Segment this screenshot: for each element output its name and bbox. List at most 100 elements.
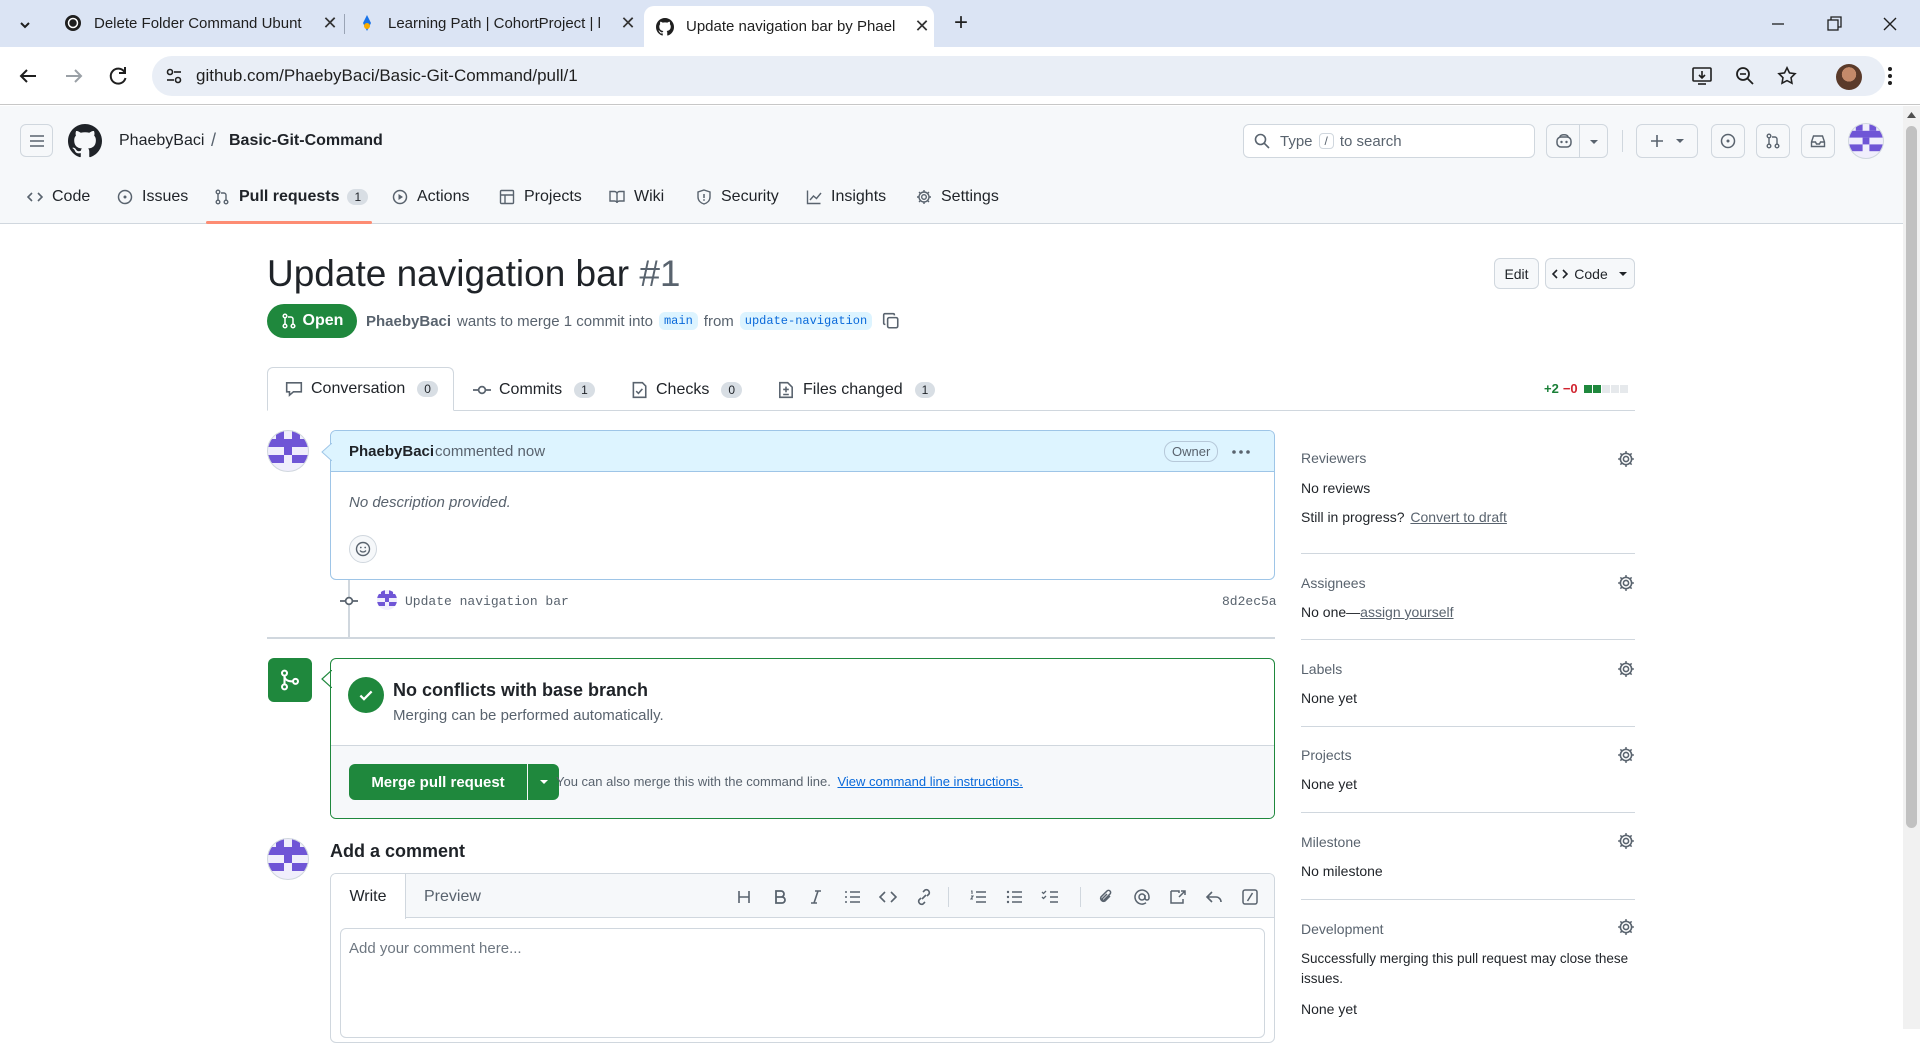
copy-icon[interactable] — [882, 312, 900, 330]
tab-actions[interactable]: Actions — [392, 176, 469, 218]
slash-command-icon[interactable] — [1240, 887, 1260, 907]
tab-code[interactable]: Code — [27, 176, 90, 218]
tab-issues[interactable]: Issues — [117, 176, 188, 218]
global-nav-menu-button[interactable] — [20, 124, 53, 157]
code-dropdown-button[interactable]: Code — [1545, 258, 1635, 289]
heading-icon[interactable] — [734, 887, 754, 907]
forward-button[interactable] — [62, 64, 86, 88]
unordered-list-icon[interactable] — [1004, 887, 1024, 907]
issues-button[interactable] — [1711, 124, 1745, 158]
labels-heading[interactable]: Labels — [1301, 661, 1342, 677]
minimize-button[interactable] — [1766, 12, 1790, 36]
close-tab-icon[interactable]: ✕ — [616, 13, 640, 34]
tab-files-changed[interactable]: Files changed 1 — [777, 378, 936, 402]
reviewers-heading[interactable]: Reviewers — [1301, 450, 1366, 466]
tab-preview[interactable]: Preview — [424, 888, 481, 906]
close-tab-icon[interactable]: ✕ — [318, 13, 342, 34]
gear-icon[interactable] — [1617, 450, 1635, 468]
tab-security[interactable]: Security — [696, 176, 779, 218]
zoom-icon[interactable] — [1734, 65, 1756, 87]
address-bar[interactable]: github.com/PhaebyBaci/Basic-Git-Command/… — [152, 56, 1885, 96]
projects-heading[interactable]: Projects — [1301, 747, 1352, 763]
code-icon[interactable] — [878, 887, 898, 907]
merge-button-label: Merge pull request — [371, 773, 505, 791]
base-branch-label[interactable]: main — [658, 312, 698, 330]
pull-requests-button[interactable] — [1756, 124, 1790, 158]
page-scrollbar[interactable] — [1903, 106, 1920, 1029]
gear-icon[interactable] — [1617, 918, 1635, 936]
cross-reference-icon[interactable] — [1168, 887, 1188, 907]
commit-author-avatar[interactable] — [377, 590, 397, 610]
bookmark-star-icon[interactable] — [1776, 65, 1798, 87]
tab-commits[interactable]: Commits 1 — [473, 378, 595, 402]
italic-icon[interactable] — [806, 887, 826, 907]
gear-icon[interactable] — [1617, 660, 1635, 678]
mention-icon[interactable] — [1132, 887, 1152, 907]
comment-author-link[interactable]: PhaebyBaci — [349, 443, 434, 460]
commit-sha-link[interactable]: 8d2ec5a — [1222, 594, 1277, 609]
tab-conversation[interactable]: Conversation 0 — [267, 367, 454, 411]
close-window-button[interactable] — [1878, 12, 1902, 36]
browser-tab-2[interactable]: Learning Path | CohortProject | l ✕ — [350, 6, 640, 40]
tab-insights[interactable]: Insights — [806, 176, 886, 218]
development-heading[interactable]: Development — [1301, 921, 1384, 937]
merge-pull-request-button[interactable]: Merge pull request — [349, 764, 527, 800]
reload-button[interactable] — [106, 64, 130, 88]
profile-avatar[interactable] — [1836, 64, 1862, 90]
book-icon — [609, 190, 625, 204]
create-new-button[interactable] — [1636, 124, 1698, 158]
milestone-heading[interactable]: Milestone — [1301, 834, 1361, 850]
add-reaction-button[interactable] — [349, 535, 377, 563]
edit-title-button[interactable]: Edit — [1494, 258, 1539, 289]
tab-wiki[interactable]: Wiki — [609, 176, 664, 218]
search-input[interactable]: Type / to search — [1243, 124, 1535, 158]
browser-tab-1[interactable]: Delete Folder Command Ubunt ✕ — [52, 6, 342, 40]
tab-title: Update navigation bar by Phael — [686, 18, 896, 35]
bold-icon[interactable] — [770, 887, 790, 907]
site-info-icon[interactable] — [164, 66, 184, 86]
github-logo-icon[interactable] — [68, 124, 102, 158]
close-tab-icon[interactable]: ✕ — [910, 16, 934, 37]
pr-author-link[interactable]: PhaebyBaci — [366, 313, 451, 330]
task-list-icon[interactable] — [1040, 887, 1060, 907]
reply-icon[interactable] — [1204, 887, 1224, 907]
comment-textarea[interactable]: Add your comment here... — [340, 928, 1265, 1038]
user-avatar[interactable] — [1848, 123, 1884, 159]
tab-search-button[interactable] — [12, 12, 38, 38]
quote-icon[interactable] — [842, 887, 862, 907]
convert-to-draft-link[interactable]: Convert to draft — [1410, 509, 1507, 525]
tab-settings[interactable]: Settings — [916, 176, 999, 218]
repo-name-link[interactable]: Basic-Git-Command — [229, 132, 383, 150]
paperclip-icon[interactable] — [1096, 887, 1116, 907]
code-icon — [27, 192, 43, 202]
install-app-icon[interactable] — [1691, 65, 1713, 87]
new-tab-button[interactable]: + — [946, 8, 976, 38]
assignees-heading[interactable]: Assignees — [1301, 575, 1366, 591]
assign-yourself-link[interactable]: assign yourself — [1360, 604, 1453, 620]
browser-tab-3-active[interactable]: Update navigation bar by Phael ✕ — [644, 6, 934, 47]
link-icon[interactable] — [914, 887, 934, 907]
scrollbar-thumb[interactable] — [1906, 126, 1917, 828]
back-button[interactable] — [16, 64, 40, 88]
command-line-instructions-link[interactable]: View command line instructions. — [837, 774, 1022, 789]
merge-method-dropdown[interactable] — [528, 764, 559, 800]
merge-hint-text: You can also merge this with the command… — [556, 774, 831, 789]
comment-author-avatar[interactable] — [267, 430, 309, 472]
tab-checks[interactable]: Checks 0 — [630, 378, 743, 402]
tab-write[interactable]: Write — [331, 874, 406, 919]
ordered-list-icon[interactable] — [968, 887, 988, 907]
gear-icon[interactable] — [1617, 832, 1635, 850]
head-branch-label[interactable]: update-navigation — [739, 312, 873, 330]
more-options-icon[interactable] — [1231, 444, 1251, 460]
copilot-button[interactable] — [1546, 124, 1608, 158]
restore-button[interactable] — [1822, 12, 1846, 36]
inbox-button[interactable] — [1801, 124, 1835, 158]
gear-icon[interactable] — [1617, 574, 1635, 592]
scroll-up-icon[interactable] — [1907, 112, 1916, 118]
repo-owner-link[interactable]: PhaebyBaci — [119, 132, 204, 150]
gear-icon[interactable] — [1617, 746, 1635, 764]
tab-projects[interactable]: Projects — [499, 176, 582, 218]
tab-pull-requests[interactable]: Pull requests 1 — [214, 176, 369, 218]
browser-menu-button[interactable] — [1880, 64, 1900, 88]
commit-message-link[interactable]: Update navigation bar — [405, 594, 569, 609]
